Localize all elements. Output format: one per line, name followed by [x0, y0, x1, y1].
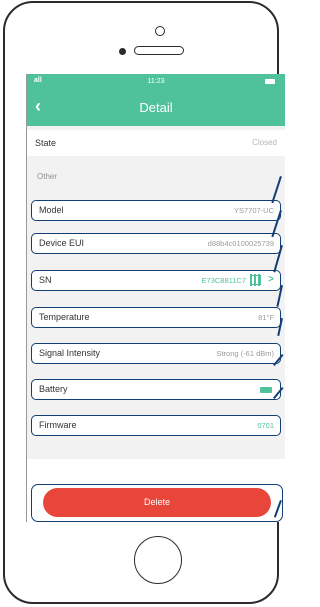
state-row: State Closed	[27, 130, 285, 156]
model-row: Model YS7707-UC	[31, 200, 281, 221]
battery-label: Battery	[39, 384, 68, 394]
chevron-right-icon[interactable]: >	[268, 274, 274, 285]
device-eui-row: Device EUI d88b4c0100025739	[31, 233, 281, 254]
temperature-value: 81°F	[258, 313, 274, 322]
qr-code-icon[interactable]	[250, 274, 262, 286]
app-screen: all 11:23 ‹ Detail State Closed Other Mo…	[26, 74, 285, 522]
signal-intensity-label: Signal Intensity	[39, 348, 101, 358]
page-title: Detail	[139, 100, 173, 115]
section-header: Other	[27, 164, 285, 188]
firmware-label: Firmware	[39, 420, 77, 430]
temperature-label: Temperature	[39, 312, 90, 322]
status-bar: all 11:23	[27, 74, 285, 90]
device-eui-value: d88b4c0100025739	[207, 239, 274, 248]
front-camera	[155, 26, 165, 36]
delete-button[interactable]: Delete	[43, 488, 271, 517]
firmware-value: 0701	[257, 421, 274, 430]
signal-intensity-value: Strong (-61 dBm)	[216, 349, 274, 358]
model-value: YS7707-UC	[233, 206, 274, 215]
sn-value: E73C8811C7	[201, 276, 246, 285]
sn-row[interactable]: SN E73C8811C7 >	[31, 270, 281, 291]
temperature-row: Temperature 81°F	[31, 307, 281, 328]
sensor-dot	[119, 48, 126, 55]
sn-label: SN	[39, 275, 52, 285]
earpiece-speaker	[134, 46, 184, 55]
device-eui-label: Device EUI	[39, 238, 85, 248]
nav-bar: ‹ Detail	[27, 90, 285, 126]
home-button[interactable]	[134, 536, 182, 584]
firmware-row: Firmware 0701	[31, 415, 281, 436]
status-time: 11:23	[147, 78, 165, 85]
state-label: State	[35, 138, 57, 148]
battery-status-icon	[265, 79, 275, 84]
model-label: Model	[39, 205, 64, 215]
section-title: Other	[37, 172, 58, 181]
battery-row: Battery	[31, 379, 281, 400]
battery-icon	[260, 387, 272, 393]
state-value: Closed	[252, 138, 277, 147]
signal-intensity-row: Signal Intensity Strong (-61 dBm)	[31, 343, 281, 364]
